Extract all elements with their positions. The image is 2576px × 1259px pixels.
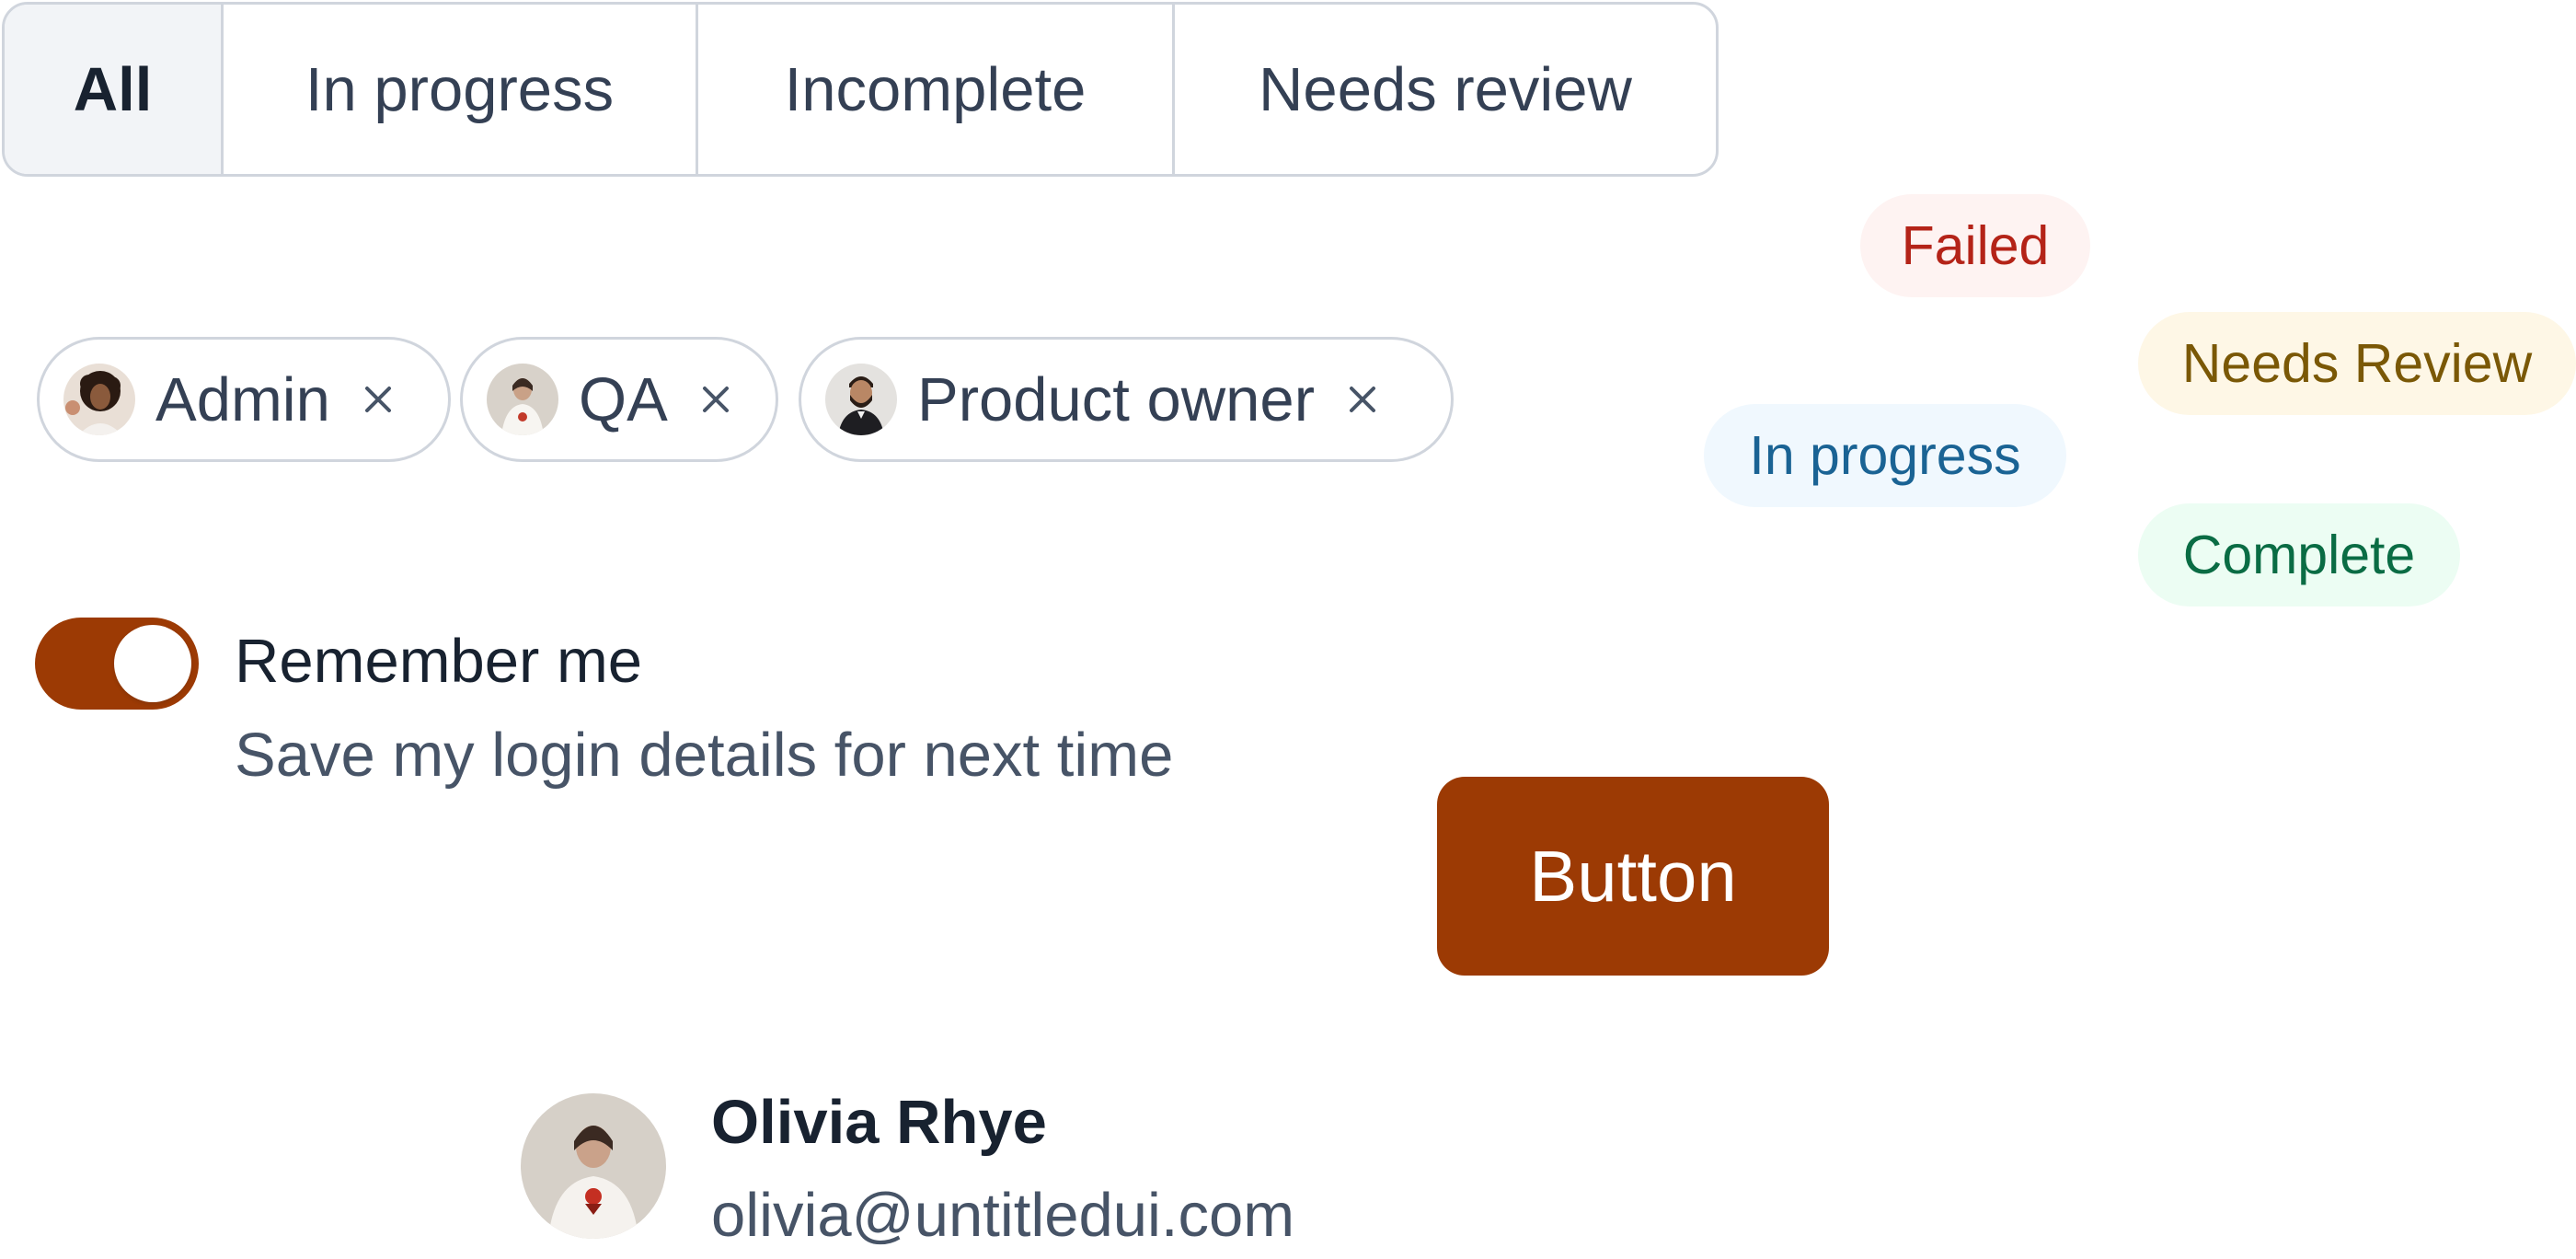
avatar [825, 364, 897, 435]
man-beard-avatar [825, 364, 897, 435]
close-icon[interactable] [696, 379, 736, 420]
toggle-label: Remember me [235, 627, 643, 696]
remember-me-toggle[interactable] [35, 618, 199, 710]
tab-incomplete[interactable]: Incomplete [698, 5, 1175, 174]
woman-white-outfit-avatar [487, 364, 558, 435]
woman-curly-hair-avatar [63, 364, 135, 435]
primary-button[interactable]: Button [1437, 777, 1829, 976]
avatar [487, 364, 558, 435]
chip-admin: Admin [37, 337, 451, 462]
avatar [521, 1093, 666, 1239]
status-badge-complete: Complete [2138, 503, 2460, 606]
status-badge-needs-review: Needs Review [2138, 312, 2576, 415]
close-icon[interactable] [358, 379, 398, 420]
chip-label: QA [579, 364, 668, 434]
tab-all[interactable]: All [5, 5, 224, 174]
user-name: Olivia Rhye [711, 1088, 1047, 1157]
status-badge-failed: Failed [1860, 194, 2090, 297]
olivia-avatar [521, 1093, 666, 1239]
status-badge-in-progress: In progress [1704, 404, 2066, 507]
user-email: olivia@untitledui.com [711, 1181, 1295, 1250]
avatar [63, 364, 135, 435]
toggle-knob [114, 625, 191, 702]
chip-label: Product owner [917, 364, 1315, 434]
filter-tabs: All In progress Incomplete Needs review [2, 2, 1719, 177]
close-icon[interactable] [1342, 379, 1383, 420]
chip-label: Admin [155, 364, 330, 434]
chip-qa: QA [460, 337, 778, 462]
chip-product-owner: Product owner [799, 337, 1454, 462]
toggle-description: Save my login details for next time [235, 721, 1174, 790]
tab-needs-review[interactable]: Needs review [1175, 5, 1716, 174]
tab-in-progress[interactable]: In progress [224, 5, 698, 174]
